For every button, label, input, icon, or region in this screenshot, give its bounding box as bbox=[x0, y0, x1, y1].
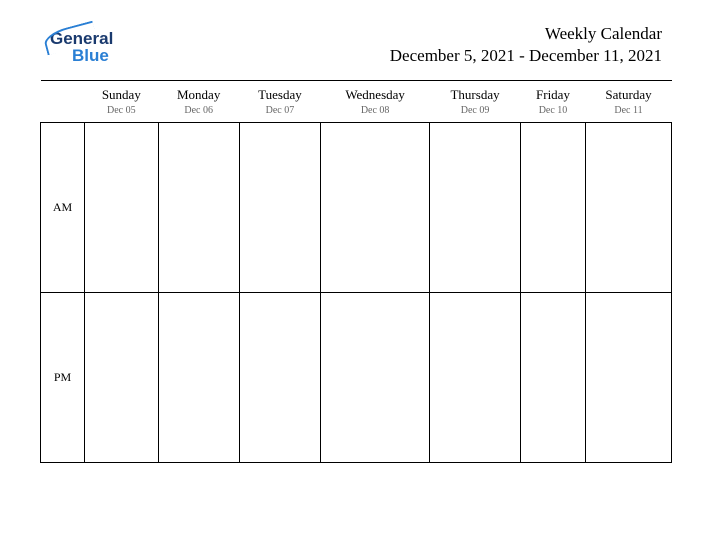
am-row: AM bbox=[41, 123, 672, 293]
day-name: Thursday bbox=[432, 87, 519, 103]
day-header-sunday: Sunday Dec 05 bbox=[85, 81, 159, 123]
day-name: Monday bbox=[160, 87, 237, 103]
period-label-am: AM bbox=[41, 123, 85, 293]
cell-pm-saturday bbox=[585, 293, 671, 463]
cell-pm-monday bbox=[158, 293, 239, 463]
cell-am-friday bbox=[521, 123, 586, 293]
day-header-friday: Friday Dec 10 bbox=[521, 81, 586, 123]
day-header-tuesday: Tuesday Dec 07 bbox=[239, 81, 320, 123]
cell-am-tuesday bbox=[239, 123, 320, 293]
day-date: Dec 05 bbox=[87, 105, 157, 116]
header-row: Sunday Dec 05 Monday Dec 06 Tuesday Dec … bbox=[41, 81, 672, 123]
cell-pm-friday bbox=[521, 293, 586, 463]
calendar-wrapper: Sunday Dec 05 Monday Dec 06 Tuesday Dec … bbox=[40, 80, 672, 463]
header: Weekly Calendar December 5, 2021 - Decem… bbox=[390, 24, 662, 66]
calendar-title: Weekly Calendar bbox=[390, 24, 662, 44]
day-name: Saturday bbox=[587, 87, 669, 103]
cell-pm-tuesday bbox=[239, 293, 320, 463]
day-date: Dec 07 bbox=[241, 105, 318, 116]
cell-am-saturday bbox=[585, 123, 671, 293]
day-date: Dec 11 bbox=[587, 105, 669, 116]
pm-row: PM bbox=[41, 293, 672, 463]
cell-pm-thursday bbox=[430, 293, 521, 463]
day-header-monday: Monday Dec 06 bbox=[158, 81, 239, 123]
day-name: Sunday bbox=[87, 87, 157, 103]
day-header-saturday: Saturday Dec 11 bbox=[585, 81, 671, 123]
cell-pm-sunday bbox=[85, 293, 159, 463]
date-range: December 5, 2021 - December 11, 2021 bbox=[390, 46, 662, 66]
day-date: Dec 06 bbox=[160, 105, 237, 116]
day-header-wednesday: Wednesday Dec 08 bbox=[321, 81, 430, 123]
cell-am-wednesday bbox=[321, 123, 430, 293]
cell-am-monday bbox=[158, 123, 239, 293]
logo: General Blue bbox=[50, 30, 113, 64]
day-date: Dec 09 bbox=[432, 105, 519, 116]
logo-text-blue: Blue bbox=[72, 47, 113, 64]
cell-am-thursday bbox=[430, 123, 521, 293]
weekly-calendar-table: Sunday Dec 05 Monday Dec 06 Tuesday Dec … bbox=[40, 80, 672, 463]
cell-pm-wednesday bbox=[321, 293, 430, 463]
day-date: Dec 08 bbox=[323, 105, 428, 116]
day-header-thursday: Thursday Dec 09 bbox=[430, 81, 521, 123]
cell-am-sunday bbox=[85, 123, 159, 293]
day-name: Tuesday bbox=[241, 87, 318, 103]
day-name: Friday bbox=[523, 87, 584, 103]
period-column-header bbox=[41, 81, 85, 123]
period-label-pm: PM bbox=[41, 293, 85, 463]
day-date: Dec 10 bbox=[523, 105, 584, 116]
day-name: Wednesday bbox=[323, 87, 428, 103]
